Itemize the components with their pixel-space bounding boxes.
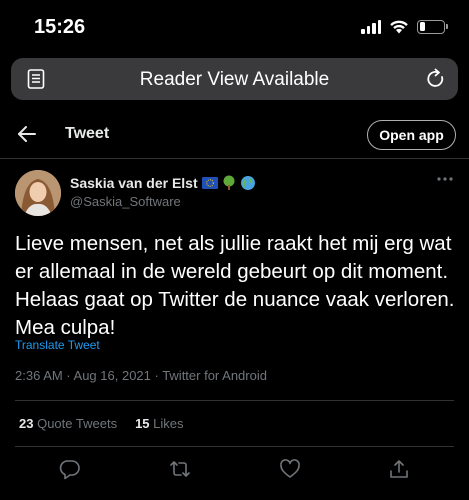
author-name-text[interactable]: Saskia van der Elst: [70, 175, 198, 191]
quote-tweets-label: Quote Tweets: [37, 416, 118, 431]
stats-divider: [15, 446, 454, 447]
quote-tweets-count: 23: [19, 416, 34, 431]
tree-icon: [223, 175, 235, 190]
status-bar: 15:26: [0, 0, 469, 56]
reload-icon[interactable]: [426, 68, 446, 90]
quote-tweets-stat[interactable]: 23 Quote Tweets: [19, 416, 117, 431]
status-icons: [361, 19, 448, 34]
tweet-stats: 23 Quote Tweets 15 Likes: [19, 416, 184, 431]
translate-tweet-link[interactable]: Translate Tweet: [15, 338, 100, 352]
back-arrow-icon[interactable]: [16, 124, 38, 144]
likes-count: 15: [135, 416, 150, 431]
author-name[interactable]: Saskia van der Elst: [70, 175, 256, 191]
battery-icon: [417, 19, 448, 34]
address-bar-text[interactable]: Reader View Available: [11, 69, 458, 91]
tweet-meta: 2:36 AM · Aug 16, 2021 · Twitter for And…: [15, 368, 267, 383]
likes-label: Likes: [153, 416, 184, 431]
avatar-image: [15, 170, 61, 216]
cellular-signal-icon: [361, 19, 381, 34]
retweet-icon[interactable]: [168, 458, 192, 480]
eu-flag-icon: [201, 177, 218, 189]
header-divider: [0, 158, 469, 159]
tweet-action-bar: [0, 458, 469, 482]
share-icon[interactable]: [388, 458, 410, 480]
more-options-icon[interactable]: [437, 176, 453, 182]
page-title: Tweet: [65, 125, 110, 142]
globe-icon: [240, 176, 255, 190]
likes-stat[interactable]: 15 Likes: [135, 416, 183, 431]
tweet-text: Lieve mensen, net als jullie raakt het m…: [15, 232, 455, 339]
author-handle[interactable]: @Saskia_Software: [70, 194, 181, 209]
open-app-button[interactable]: Open app: [367, 120, 456, 150]
status-time: 15:26: [34, 16, 86, 38]
wifi-icon: [390, 20, 408, 34]
reply-icon[interactable]: [59, 458, 81, 480]
meta-divider: [15, 400, 454, 401]
browser-address-bar[interactable]: Reader View Available: [11, 58, 458, 100]
avatar[interactable]: [15, 170, 61, 216]
page-header: Tweet Open app: [0, 112, 469, 158]
like-icon[interactable]: [279, 458, 301, 480]
